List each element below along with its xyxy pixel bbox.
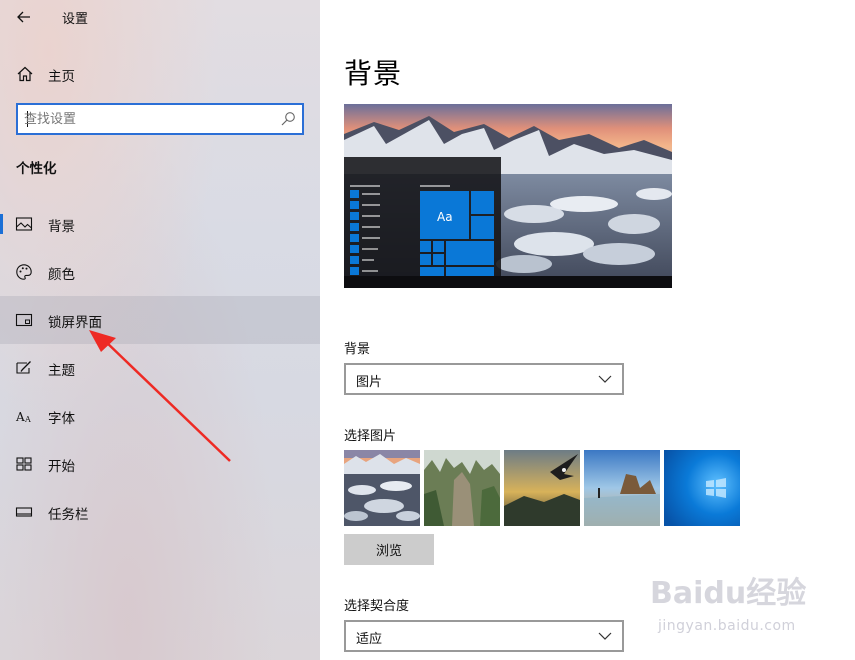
sidebar: 设置 主页 个性化 背景 颜色	[0, 0, 320, 660]
background-type-label: 背景	[344, 342, 371, 357]
background-type-value: 图片	[356, 375, 383, 390]
search-box[interactable]	[16, 103, 304, 135]
choose-picture-label: 选择图片	[344, 429, 397, 444]
start-icon	[16, 457, 32, 471]
thumbnail-windows-light-image	[664, 450, 740, 526]
fit-label: 选择契合度	[344, 599, 410, 614]
thumbnail-ice-mountains-image	[344, 450, 420, 526]
sidebar-item-background[interactable]: 背景	[0, 200, 320, 248]
theme-icon	[16, 361, 31, 374]
chevron-down-icon	[598, 632, 612, 640]
section-title: 个性化	[16, 161, 57, 177]
sidebar-item-start[interactable]: 开始	[0, 440, 320, 488]
picture-thumbnail[interactable]	[664, 450, 740, 526]
picture-thumbnail[interactable]	[504, 450, 580, 526]
svg-text:A: A	[15, 410, 25, 424]
chevron-down-icon	[598, 375, 612, 383]
picture-icon	[15, 217, 33, 231]
picture-thumbnail[interactable]	[584, 450, 660, 526]
sidebar-item-label: 任务栏	[48, 507, 89, 523]
sidebar-item-label: 开始	[48, 459, 75, 475]
home-label: 主页	[48, 69, 75, 85]
thumbnail-beach-rocks-image	[584, 450, 660, 526]
preview-start-menu: Aa	[344, 157, 501, 276]
thumbnail-karst-cliffs-image	[424, 450, 500, 526]
sidebar-item-color[interactable]: 颜色	[0, 248, 320, 296]
search-input[interactable]	[24, 109, 274, 129]
palette-icon	[16, 264, 32, 280]
preview-taskbar	[344, 276, 672, 288]
sidebar-item-label: 主题	[48, 363, 75, 379]
lock-screen-icon	[15, 313, 33, 327]
background-preview: Aa	[344, 104, 672, 288]
fit-value: 适应	[356, 632, 383, 647]
browse-button[interactable]: 浏览	[344, 534, 434, 565]
page-title: 背景	[344, 57, 403, 90]
baidu-watermark: Baidu经验 jingyan.baidu.com	[650, 568, 820, 648]
sidebar-item-label: 字体	[48, 411, 75, 427]
selected-marker	[0, 214, 3, 234]
title-bar: 设置	[0, 0, 320, 34]
app-title: 设置	[62, 12, 89, 27]
sidebar-item-fonts[interactable]: A A 字体	[0, 392, 320, 440]
picture-thumbnails	[344, 450, 744, 526]
sidebar-item-lock-screen[interactable]: 锁屏界面	[0, 296, 320, 344]
watermark-url: jingyan.baidu.com	[658, 618, 796, 634]
picture-thumbnail[interactable]	[424, 450, 500, 526]
home-icon	[17, 66, 33, 82]
home-nav-item[interactable]: 主页	[0, 58, 320, 90]
back-button[interactable]	[10, 4, 38, 30]
sidebar-item-label: 颜色	[48, 267, 75, 283]
picture-thumbnail[interactable]	[344, 450, 420, 526]
back-arrow-icon	[17, 11, 30, 23]
sidebar-item-themes[interactable]: 主题	[0, 344, 320, 392]
sidebar-item-label: 背景	[48, 219, 75, 235]
taskbar-icon	[15, 507, 33, 517]
fit-dropdown[interactable]: 适应	[344, 620, 624, 652]
sidebar-item-taskbar[interactable]: 任务栏	[0, 488, 320, 536]
thumbnail-eagle-sunset-image	[504, 450, 580, 526]
preview-tile-text: Aa	[437, 210, 453, 224]
watermark-logo-text: Baidu经验	[650, 576, 807, 611]
background-type-dropdown[interactable]: 图片	[344, 363, 624, 395]
sidebar-item-label: 锁屏界面	[48, 315, 102, 331]
main-content: 背景 Aa 背景 图片 选择图片 浏览 选择契合度 适应	[320, 0, 855, 660]
preview-start-menu-graphic	[350, 185, 494, 276]
svg-text:A: A	[24, 415, 31, 424]
font-icon: A A	[15, 410, 31, 424]
search-icon[interactable]	[280, 111, 296, 127]
